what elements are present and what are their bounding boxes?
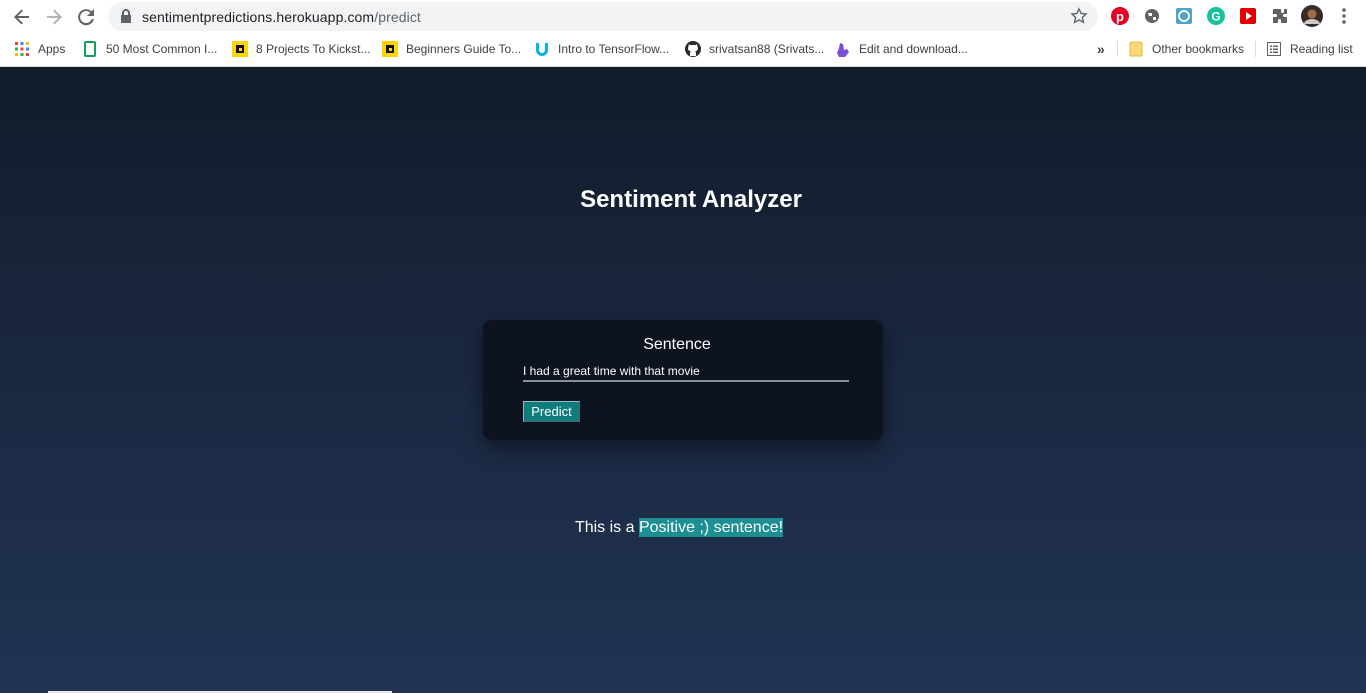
page-content: Sentiment Analyzer Sentence Predict This… [0, 67, 1366, 693]
reading-list-icon [1266, 41, 1282, 57]
predict-button[interactable]: Predict [523, 401, 580, 422]
bookmark-50-most-common[interactable]: 50 Most Common I... [82, 39, 217, 59]
bookmark-label: 50 Most Common I... [106, 42, 218, 56]
bookmark-label: Intro to TensorFlow... [558, 42, 670, 56]
bookmark-8-projects[interactable]: 8 Projects To Kickst... [232, 39, 371, 59]
url-host: sentimentpredictions.herokuapp.com [142, 9, 375, 25]
browser-toolbar: sentimentpredictions.herokuapp.com/predi… [0, 0, 1366, 33]
bookmarks-divider [1255, 41, 1256, 57]
bookmark-srivatsan88[interactable]: srivatsan88 (Srivats... [685, 39, 824, 59]
purple-hand-icon [835, 41, 851, 57]
arrow-right-icon [47, 9, 62, 25]
bookmark-label: Apps [38, 42, 66, 56]
bookmark-other-bookmarks[interactable]: Other bookmarks [1128, 39, 1244, 59]
prediction-result: This is a Positive ;) sentence! [0, 518, 1358, 537]
bookmark-apps[interactable]: Apps [14, 39, 65, 59]
udacity-icon [534, 41, 550, 57]
back-button[interactable] [10, 5, 34, 29]
arrow-left-icon [14, 9, 29, 25]
reload-icon [78, 9, 94, 26]
bookmark-label: Beginners Guide To... [406, 42, 522, 56]
bookmark-beginners-guide[interactable]: Beginners Guide To... [382, 39, 521, 59]
bookmark-label: 8 Projects To Kickst... [256, 42, 371, 56]
sync-extension-icon[interactable] [1174, 6, 1194, 26]
youtube-extension-icon[interactable] [1238, 6, 1258, 26]
folder-icon [1128, 41, 1144, 57]
reading-list-label: Reading list [1290, 42, 1353, 56]
apps-grid-icon [14, 41, 30, 57]
bookmarks-overflow-chevron-icon[interactable]: » [1097, 39, 1105, 59]
sentence-input[interactable] [523, 362, 849, 382]
page-title: Sentiment Analyzer [580, 186, 802, 213]
profile-avatar[interactable] [1301, 5, 1323, 27]
url-text: sentimentpredictions.herokuapp.com/predi… [142, 9, 421, 25]
bookmarks-divider [1117, 41, 1118, 57]
bookmark-label: Edit and download... [859, 42, 968, 56]
address-bar[interactable]: sentimentpredictions.herokuapp.com/predi… [108, 2, 1098, 31]
bookmark-intro-tensorflow[interactable]: Intro to TensorFlow... [534, 39, 669, 59]
bookmark-label: Other bookmarks [1152, 42, 1245, 56]
earth-extension-icon[interactable] [1142, 6, 1162, 26]
result-highlight: Positive ;) sentence! [638, 518, 784, 537]
kebab-menu-icon[interactable] [1334, 6, 1354, 26]
bookmark-edit-and-download[interactable]: Edit and download... [835, 39, 968, 59]
prediction-form-card: Sentence Predict [483, 320, 883, 440]
grammarly-extension-icon[interactable]: G [1206, 6, 1226, 26]
yellow-square-icon [232, 41, 248, 57]
svg-text:p: p [1116, 9, 1124, 24]
result-prefix: This is a [574, 519, 639, 536]
bookmark-star-icon[interactable] [1070, 7, 1088, 25]
pinterest-extension-icon[interactable]: p [1110, 6, 1130, 26]
reload-button[interactable] [74, 5, 98, 29]
svg-text:G: G [1211, 10, 1220, 24]
forward-button[interactable] [42, 5, 66, 29]
yellow-square-icon [382, 41, 398, 57]
sentence-label: Sentence [643, 336, 711, 353]
puzzle-extensions-icon[interactable] [1270, 6, 1290, 26]
url-path: /predict [374, 9, 421, 25]
sheet-icon [82, 41, 98, 57]
github-icon [685, 41, 701, 57]
lock-icon [121, 9, 131, 23]
bookmarks-bar: Apps 50 Most Common I... 8 Projects To K… [0, 33, 1366, 67]
reading-list-button[interactable]: Reading list [1266, 39, 1353, 59]
bookmark-label: srivatsan88 (Srivats... [709, 42, 825, 56]
